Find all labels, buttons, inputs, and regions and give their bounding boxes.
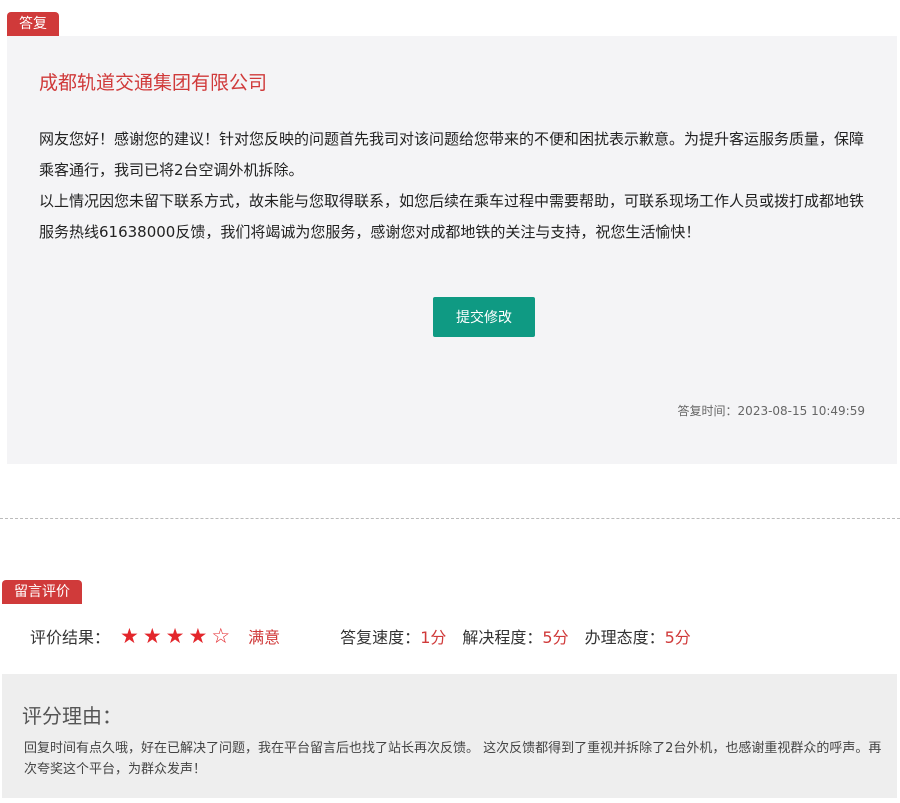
score-value: 1分 (420, 628, 447, 647)
reply-section-tag: 答复 (7, 12, 59, 36)
star-filled-icon: ★ (142, 623, 162, 648)
evaluation-summary: 评价结果： ★ ★ ★ ★ ☆ 满意 答复速度：1分 解决程度：5分 办理态度：5分 (30, 622, 890, 650)
score-label: 办理态度： (584, 628, 665, 647)
reply-paragraph-2: 以上情况因您未留下联系方式，故未能与您取得联系，如您后续在乘车过程中需要帮助，可… (39, 192, 865, 241)
rating-reason-text: 回复时间有点久哦，好在已解决了问题，我在平台留言后也找了站长再次反馈。 这次反馈… (24, 741, 882, 777)
reply-time-label: 答复时间： (677, 404, 738, 418)
star-empty-icon: ☆ (211, 623, 231, 648)
score-item-attitude: 办理态度：5分 (585, 624, 691, 648)
reply-paragraph-1: 网友您好！感谢您的建议！针对您反映的问题首先我司对该问题给您带来的不便和困扰表示… (39, 130, 865, 179)
score-item-reply-speed: 答复速度：1分 (340, 624, 446, 648)
reply-time-value: 2023-08-15 10:49:59 (737, 404, 865, 418)
rating-reason-title: 评分理由： (22, 704, 122, 728)
star-rating: ★ ★ ★ ★ ☆ (120, 623, 234, 648)
score-list: 答复速度：1分 解决程度：5分 办理态度：5分 (340, 624, 707, 648)
section-divider (0, 518, 900, 519)
rating-reason-panel: 评分理由： 回复时间有点久哦，好在已解决了问题，我在平台留言后也找了站长再次反馈… (2, 674, 897, 798)
satisfaction-text: 满意 (248, 628, 281, 647)
score-value: 5分 (664, 628, 691, 647)
score-item-resolution: 解决程度：5分 (462, 624, 568, 648)
star-filled-icon: ★ (165, 623, 185, 648)
reply-timestamp: 答复时间：2023-08-15 10:49:59 (678, 402, 865, 419)
star-filled-icon: ★ (120, 623, 139, 648)
evaluation-section-tag: 留言评价 (2, 580, 82, 604)
score-label: 答复速度： (340, 628, 421, 647)
star-filled-icon: ★ (188, 623, 208, 648)
score-label: 解决程度： (462, 628, 543, 647)
submit-edit-button[interactable]: 提交修改 (433, 297, 535, 337)
reply-content: 网友您好！感谢您的建议！针对您反映的问题首先我司对该问题给您带来的不便和困扰表示… (39, 124, 869, 248)
score-value: 5分 (542, 628, 569, 647)
evaluation-result-label: 评价结果： (30, 628, 111, 647)
reply-company-name: 成都轨道交通集团有限公司 (39, 72, 268, 94)
reply-panel: 成都轨道交通集团有限公司 网友您好！感谢您的建议！针对您反映的问题首先我司对该问… (7, 36, 897, 464)
